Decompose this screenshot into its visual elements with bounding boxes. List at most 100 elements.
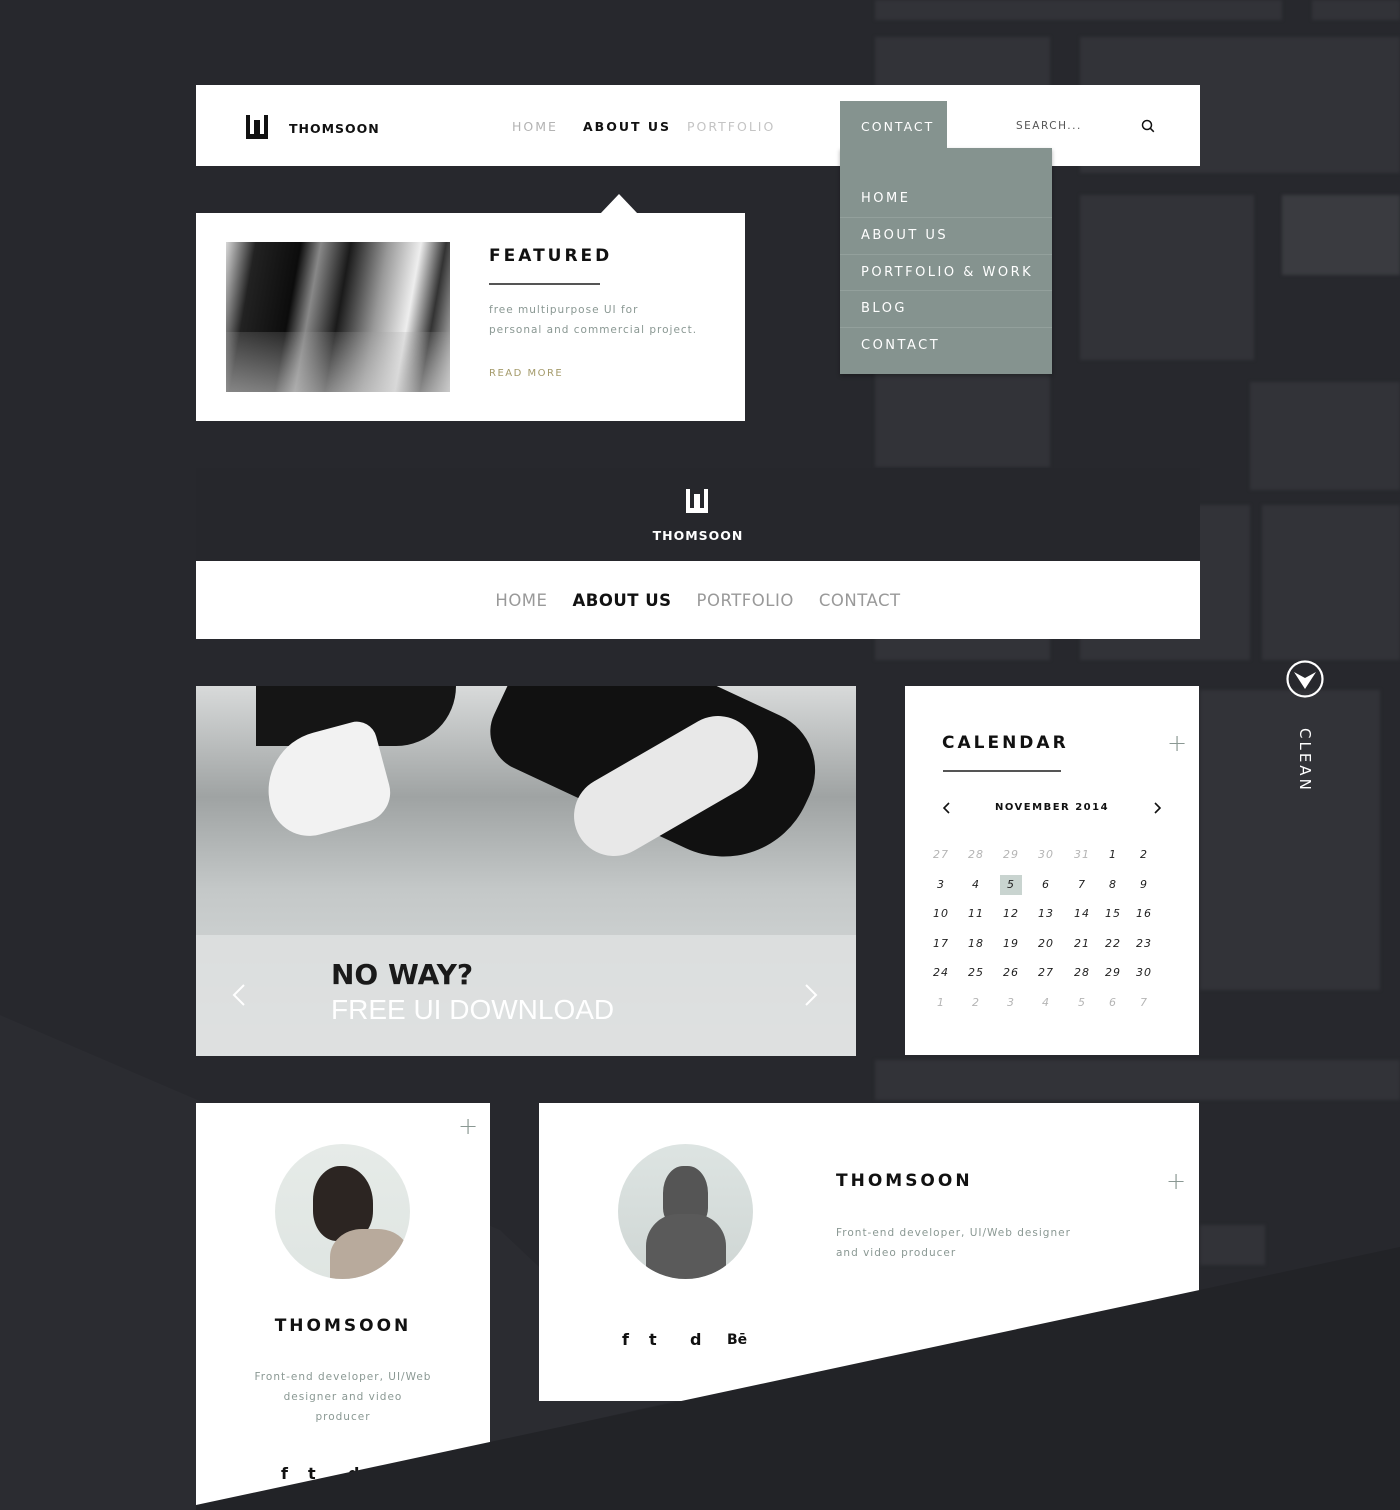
calendar-day[interactable]: 1 — [1102, 845, 1124, 865]
calendar-day[interactable]: 7 — [1133, 993, 1155, 1013]
avatar — [618, 1144, 753, 1279]
calendar-day[interactable]: 1 — [930, 993, 952, 1013]
thomsoon-logo-icon-white[interactable] — [686, 489, 708, 513]
chevron-right-icon[interactable] — [1153, 802, 1161, 814]
dribbble-icon[interactable]: d — [348, 1464, 359, 1483]
calendar-day[interactable]: 22 — [1102, 934, 1124, 954]
dropdown-item-home[interactable]: HOME — [840, 181, 1052, 217]
calendar-day[interactable]: 25 — [965, 963, 987, 983]
plus-icon[interactable]: + — [458, 1114, 478, 1138]
calendar-day[interactable]: 13 — [1035, 904, 1057, 924]
calendar-day[interactable]: 27 — [1035, 963, 1057, 983]
calendar-day[interactable]: 17 — [930, 934, 952, 954]
avatar — [275, 1144, 410, 1279]
calendar-day[interactable]: 10 — [930, 904, 952, 924]
profile-bio-line1: Front-end developer, UI/Web designer — [836, 1227, 1071, 1239]
slider-title: NO WAY? — [331, 958, 474, 991]
calendar-day[interactable]: 28 — [1071, 963, 1093, 983]
chevron-right-icon[interactable] — [804, 983, 818, 1007]
calendar-day[interactable]: 31 — [1071, 845, 1093, 865]
dropdown-item-contact[interactable]: CONTACT — [840, 327, 1052, 363]
nav-contact: CONTACT — [861, 119, 935, 134]
calendar-day[interactable]: 4 — [965, 875, 987, 895]
calendar-day[interactable]: 23 — [1133, 934, 1155, 954]
calendar-day[interactable]: 5 — [1000, 874, 1022, 895]
dribbble-icon[interactable]: d — [690, 1330, 701, 1349]
profile-card-horizontal: THOMSOON + Front-end developer, UI/Web d… — [539, 1103, 1199, 1401]
thomsoon-logo-icon[interactable] — [246, 115, 268, 139]
search-icon[interactable] — [1141, 119, 1155, 133]
nav-portfolio[interactable]: PORTFOLIO — [687, 119, 775, 134]
calendar-day[interactable]: 14 — [1071, 904, 1093, 924]
plus-icon[interactable]: + — [1166, 1169, 1186, 1193]
calendar-day[interactable]: 29 — [1102, 963, 1124, 983]
profile-name: THOMSOON — [274, 1316, 412, 1336]
facebook-icon[interactable]: f — [281, 1464, 288, 1483]
calendar-day[interactable]: 2 — [965, 993, 987, 1013]
calendar-title: CALENDAR — [942, 733, 1069, 753]
calendar-day[interactable]: 16 — [1133, 904, 1155, 924]
brand-name: THOMSOON — [289, 121, 380, 136]
calendar-day[interactable]: 3 — [1000, 993, 1022, 1013]
calendar-day[interactable]: 5 — [1071, 993, 1093, 1013]
calendar-day[interactable]: 3 — [930, 875, 952, 895]
behance-icon[interactable]: Bē — [727, 1332, 747, 1348]
profile-bio-line1: Front-end developer, UI/Web — [254, 1371, 432, 1383]
featured-text-line2: personal and commercial project. — [489, 324, 698, 336]
hero-slider: NO WAY? FREE UI DOWNLOAD — [196, 686, 856, 1056]
calendar-day[interactable]: 28 — [965, 845, 987, 865]
nav2-contact[interactable]: CONTACT — [819, 591, 901, 610]
calendar-day[interactable]: 7 — [1071, 875, 1093, 895]
calendar-day[interactable]: 26 — [1000, 963, 1022, 983]
nav2-home[interactable]: HOME — [495, 591, 547, 610]
calendar-day[interactable]: 21 — [1071, 934, 1093, 954]
featured-image[interactable] — [226, 242, 450, 392]
nav-contact-tab[interactable]: CONTACT — [840, 101, 947, 167]
contact-dropdown: HOME ABOUT US PORTFOLIO & WORK BLOG CONT… — [840, 148, 1052, 374]
calendar-day[interactable]: 6 — [1102, 993, 1124, 1013]
twitter-icon[interactable]: t — [649, 1330, 657, 1349]
calendar-day[interactable]: 12 — [1000, 904, 1022, 924]
nav-about-us[interactable]: ABOUT US — [583, 119, 671, 134]
calendar-day[interactable]: 20 — [1035, 934, 1057, 954]
slider-subtitle: FREE UI DOWNLOAD — [331, 994, 615, 1025]
calendar-day[interactable]: 11 — [965, 904, 987, 924]
nav2-about-us[interactable]: ABOUT US — [572, 591, 671, 610]
calendar-day[interactable]: 30 — [1133, 963, 1155, 983]
calendar-day[interactable]: 27 — [930, 845, 952, 865]
calendar-day[interactable]: 2 — [1133, 845, 1155, 865]
calendar-underline — [943, 770, 1061, 772]
calendar-day[interactable]: 6 — [1035, 875, 1057, 895]
centered-nav: HOME ABOUT US PORTFOLIO CONTACT — [196, 561, 1200, 639]
calendar-day[interactable]: 24 — [930, 963, 952, 983]
search-input[interactable]: SEARCH... — [1016, 120, 1082, 132]
calendar-day[interactable]: 15 — [1102, 904, 1124, 924]
calendar-day[interactable]: 18 — [965, 934, 987, 954]
nav2-portfolio[interactable]: PORTFOLIO — [697, 591, 794, 610]
chevron-left-icon[interactable] — [232, 983, 246, 1007]
profile-bio-line2: and video producer — [836, 1247, 957, 1259]
plus-icon[interactable]: + — [1167, 731, 1187, 755]
facebook-icon[interactable]: f — [622, 1330, 629, 1349]
arrow-down-circle-icon[interactable] — [1285, 659, 1325, 699]
profile-card-vertical: + THOMSOON Front-end developer, UI/Web d… — [196, 1103, 490, 1510]
calendar-day[interactable]: 29 — [1000, 845, 1022, 865]
brand-name-centered: THOMSOON — [652, 528, 744, 543]
twitter-icon[interactable]: t — [308, 1464, 316, 1483]
dropdown-item-portfolio-work[interactable]: PORTFOLIO & WORK — [840, 254, 1052, 290]
read-more-link[interactable]: READ MORE — [489, 368, 563, 379]
calendar-day[interactable]: 4 — [1035, 993, 1057, 1013]
featured-title: FEATURED — [489, 246, 613, 266]
calendar-day[interactable]: 30 — [1035, 845, 1057, 865]
dark-header: THOMSOON — [196, 468, 1200, 561]
calendar-day[interactable]: 8 — [1102, 875, 1124, 895]
featured-underline — [489, 283, 600, 285]
calendar-day[interactable]: 9 — [1133, 875, 1155, 895]
calendar-day[interactable]: 19 — [1000, 934, 1022, 954]
dropdown-item-about-us[interactable]: ABOUT US — [840, 217, 1052, 253]
dropdown-item-blog[interactable]: BLOG — [840, 290, 1052, 326]
featured-text-line1: free multipurpose UI for — [489, 304, 639, 316]
nav-home[interactable]: HOME — [512, 119, 558, 134]
profile-bio-line3: producer — [315, 1411, 371, 1423]
profile-bio-line2: designer and video — [283, 1391, 403, 1403]
